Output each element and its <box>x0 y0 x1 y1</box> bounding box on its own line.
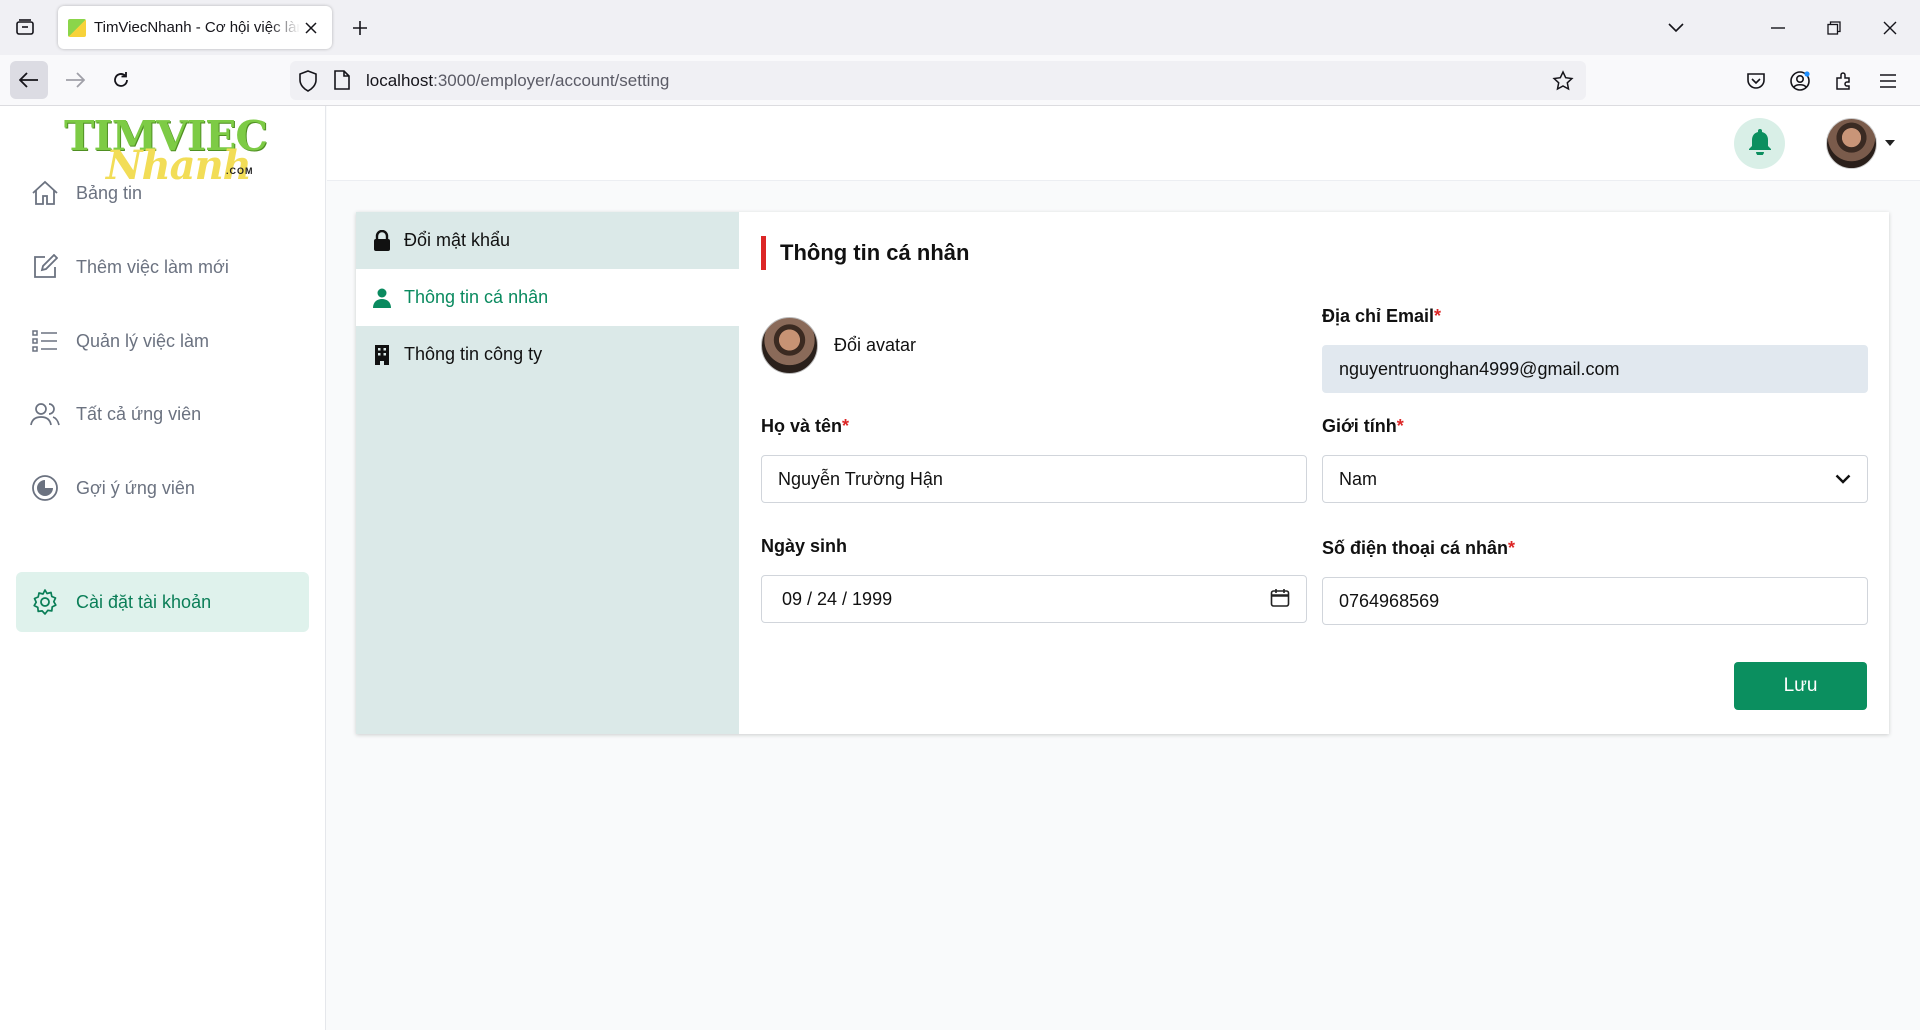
page-icon <box>334 70 350 95</box>
settings-nav: Đổi mật khẩu Thông tin cá nhân Thông tin… <box>356 212 739 734</box>
new-tab-icon[interactable] <box>346 14 374 42</box>
browser-tab-bar: TimViecNhanh - Cơ hội việc làm <box>0 0 1920 55</box>
settings-nav-label: Thông tin công ty <box>404 344 543 364</box>
close-window-icon[interactable] <box>1874 12 1906 44</box>
bookmark-star-icon[interactable] <box>1552 70 1574 97</box>
account-icon[interactable] <box>1788 69 1812 93</box>
dob-field[interactable]: 09 / 24 / 1999 <box>761 575 1307 623</box>
dob-label: Ngày sinh <box>761 536 848 556</box>
caret-down-icon[interactable] <box>1885 140 1895 146</box>
calendar-icon[interactable] <box>1270 588 1290 608</box>
list-icon <box>30 326 60 356</box>
notification-button[interactable] <box>1734 118 1785 169</box>
minimize-icon[interactable] <box>1762 12 1794 44</box>
chevron-down-icon <box>1835 474 1851 484</box>
settings-nav-personal-info[interactable]: Thông tin cá nhân <box>356 269 739 326</box>
tab-overflow-chevron-icon[interactable] <box>1660 12 1692 44</box>
suggest-icon <box>30 473 60 503</box>
gear-icon <box>30 587 60 617</box>
phone-label: Số điện thoại cá nhân* <box>1322 538 1516 558</box>
user-icon <box>372 287 392 309</box>
email-label: Địa chỉ Email* <box>1322 306 1442 326</box>
restore-icon[interactable] <box>1818 12 1850 44</box>
sidebar-item-label: Thêm việc làm mới <box>76 256 229 277</box>
browser-tab[interactable]: TimViecNhanh - Cơ hội việc làm <box>58 6 332 49</box>
settings-nav-label: Đổi mật khẩu <box>404 230 511 250</box>
sidebar-item-suggested-candidates[interactable]: Gợi ý ứng viên <box>16 458 309 518</box>
avatar[interactable] <box>761 317 818 374</box>
sidebar-item-label: Bảng tin <box>76 182 143 203</box>
favicon-icon <box>68 18 86 37</box>
bell-icon <box>1748 127 1772 160</box>
edit-icon <box>30 252 60 282</box>
form-title: Thông tin cá nhân <box>761 236 969 270</box>
save-button[interactable]: Lưu <box>1734 662 1867 710</box>
tab-list-icon[interactable] <box>12 14 38 40</box>
required-mark: * <box>842 416 850 436</box>
sidebar-item-all-candidates[interactable]: Tất cả ứng viên <box>16 384 309 444</box>
sidebar-item-label: Quản lý việc làm <box>76 330 210 351</box>
home-icon <box>30 178 60 208</box>
gender-label: Giới tính* <box>1322 416 1404 436</box>
sidebar-item-add-job[interactable]: Thêm việc làm mới <box>16 237 309 297</box>
menu-icon[interactable] <box>1876 69 1900 93</box>
back-arrow-icon[interactable] <box>10 61 48 99</box>
browser-tab-title: TimViecNhanh - Cơ hội việc làm <box>94 19 300 36</box>
settings-nav-change-password[interactable]: Đổi mật khẩu <box>356 212 739 269</box>
extensions-icon[interactable] <box>1832 69 1856 93</box>
settings-card: Đổi mật khẩu Thông tin cá nhân Thông tin… <box>356 212 1889 734</box>
browser-nav-bar: localhost:3000/employer/account/setting <box>0 55 1920 106</box>
user-avatar[interactable] <box>1826 118 1877 169</box>
url-bar[interactable]: localhost:3000/employer/account/setting <box>290 61 1586 100</box>
required-mark: * <box>1434 306 1442 326</box>
avatar-section: Đổi avatar <box>761 317 916 374</box>
fullname-label: Họ và tên* <box>761 416 850 436</box>
sidebar-item-manage-jobs[interactable]: Quản lý việc làm <box>16 311 309 371</box>
settings-nav-company-info[interactable]: Thông tin công ty <box>356 326 739 383</box>
users-icon <box>30 399 60 429</box>
shield-icon[interactable] <box>298 70 318 97</box>
reload-icon[interactable] <box>102 61 140 99</box>
change-avatar-button[interactable]: Đổi avatar <box>834 335 916 356</box>
sidebar: TIMVIEC Nhanh .COM Bảng tin Thêm việc là… <box>0 106 326 1030</box>
url-text: localhost:3000/employer/account/setting <box>366 71 670 90</box>
sidebar-item-label: Tất cả ứng viên <box>76 403 202 424</box>
forward-arrow-icon[interactable] <box>56 61 94 99</box>
sidebar-item-label: Cài đặt tài khoản <box>76 591 212 612</box>
phone-field[interactable]: 0764968569 <box>1322 577 1868 625</box>
app-header <box>327 106 1920 181</box>
sidebar-item-label: Gợi ý ứng viên <box>76 477 195 498</box>
pocket-icon[interactable] <box>1744 69 1768 93</box>
personal-info-form: Thông tin cá nhân Đổi avatar Địa chỉ Ema… <box>739 212 1889 734</box>
close-tab-icon[interactable] <box>300 17 322 39</box>
fullname-field[interactable]: Nguyễn Trường Hận <box>761 455 1307 503</box>
settings-nav-label: Thông tin cá nhân <box>404 287 549 307</box>
building-icon <box>372 344 392 366</box>
sidebar-item-dashboard[interactable]: Bảng tin <box>16 163 309 223</box>
sidebar-item-account-settings[interactable]: Cài đặt tài khoản <box>16 572 309 632</box>
gender-select[interactable]: Nam <box>1322 455 1868 503</box>
lock-icon <box>372 229 392 252</box>
required-mark: * <box>1396 416 1404 436</box>
required-mark: * <box>1508 538 1516 558</box>
email-field: nguyentruonghan4999@gmail.com <box>1322 345 1868 393</box>
